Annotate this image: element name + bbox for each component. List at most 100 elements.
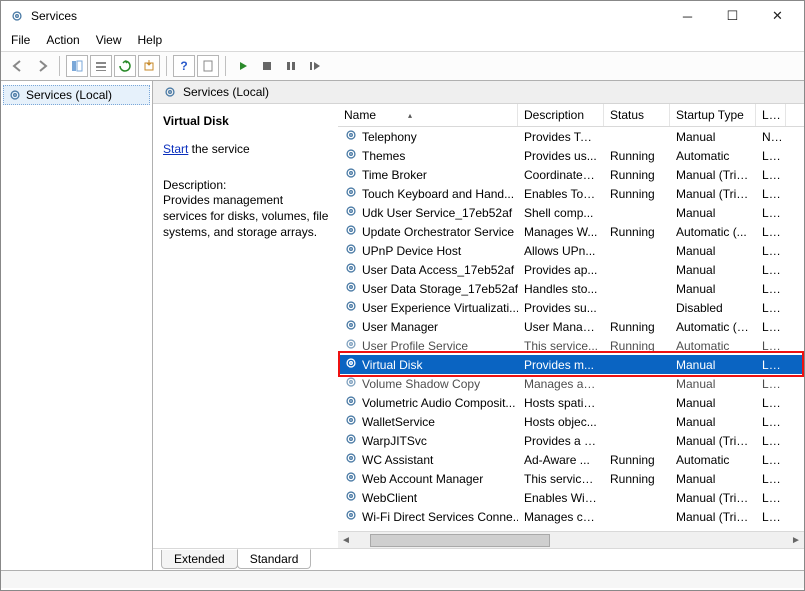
table-row[interactable]: User Data Storage_17eb52afHandles sto...… [338, 279, 804, 298]
pause-service-button[interactable] [280, 55, 302, 77]
service-logon: Loc [756, 320, 786, 334]
nav-item-label: Services (Local) [26, 88, 112, 102]
service-list: Name▴ Description Status Startup Type Lo… [338, 104, 804, 548]
col-status[interactable]: Status [604, 104, 670, 126]
service-desc: Enables Tou... [518, 187, 604, 201]
table-row[interactable]: Udk User Service_17eb52afShell comp...Ma… [338, 203, 804, 222]
service-startup: Automatic (T... [670, 320, 756, 334]
service-logon: Loc [756, 510, 786, 524]
service-name: Web Account Manager [362, 472, 483, 486]
minimize-button[interactable]: ─ [665, 1, 710, 31]
service-startup: Manual [670, 396, 756, 410]
service-logon: Loc [756, 244, 786, 258]
service-name: Wi-Fi Direct Services Conne... [362, 510, 518, 524]
gear-icon [344, 413, 358, 430]
service-desc: Provides a JI... [518, 434, 604, 448]
col-description[interactable]: Description [518, 104, 604, 126]
forward-button[interactable] [31, 55, 53, 77]
back-button[interactable] [7, 55, 29, 77]
service-startup: Manual [670, 130, 756, 144]
gear-icon [344, 356, 358, 373]
content-header: Services (Local) [153, 81, 804, 104]
service-logon: Loc [756, 377, 786, 391]
table-row[interactable]: Update Orchestrator ServiceManages W...R… [338, 222, 804, 241]
service-name: Volume Shadow Copy [362, 377, 480, 391]
service-name: Volumetric Audio Composit... [362, 396, 515, 410]
service-desc: Manages co... [518, 510, 604, 524]
table-row[interactable]: Wi-Fi Direct Services Conne...Manages co… [338, 507, 804, 526]
maximize-button[interactable]: ☐ [710, 1, 755, 31]
horizontal-scrollbar[interactable]: ◄ ► [338, 531, 804, 548]
service-startup: Manual (Trig... [670, 168, 756, 182]
service-desc: This service ... [518, 472, 604, 486]
gear-icon [344, 394, 358, 411]
service-name: User Profile Service [362, 339, 468, 353]
service-name: User Data Access_17eb52af [362, 263, 514, 277]
col-logon[interactable]: Log [756, 104, 786, 126]
service-startup: Manual [670, 244, 756, 258]
service-desc: Provides su... [518, 301, 604, 315]
nav-item-services-local[interactable]: Services (Local) [3, 85, 150, 105]
service-desc: User Manag... [518, 320, 604, 334]
scroll-left-icon[interactable]: ◄ [338, 535, 354, 546]
gear-icon [344, 185, 358, 202]
table-row[interactable]: UPnP Device HostAllows UPn...ManualLoc [338, 241, 804, 260]
properties-button[interactable] [90, 55, 112, 77]
restart-service-button[interactable] [304, 55, 326, 77]
menu-bar: File Action View Help [1, 31, 804, 52]
table-row[interactable]: Virtual DiskProvides m...ManualLoc [338, 355, 804, 374]
service-name: User Experience Virtualizati... [362, 301, 518, 315]
rows-container: TelephonyProvides Tel...ManualNetThemesP… [338, 127, 804, 531]
scroll-right-icon[interactable]: ► [788, 535, 804, 546]
table-row[interactable]: Time BrokerCoordinates...RunningManual (… [338, 165, 804, 184]
gear-icon [344, 223, 358, 240]
gear-icon [344, 261, 358, 278]
table-row[interactable]: WarpJITSvcProvides a JI...Manual (Trig..… [338, 431, 804, 450]
start-suffix: the service [188, 142, 249, 156]
table-row[interactable]: WC AssistantAd-Aware ...RunningAutomatic… [338, 450, 804, 469]
col-startup[interactable]: Startup Type [670, 104, 756, 126]
service-startup: Manual [670, 472, 756, 486]
service-logon: Loc [756, 434, 786, 448]
tab-extended[interactable]: Extended [161, 550, 238, 569]
scroll-thumb[interactable] [370, 534, 550, 547]
start-service-link[interactable]: Start [163, 142, 188, 156]
table-row[interactable]: Web Account ManagerThis service ...Runni… [338, 469, 804, 488]
table-row[interactable]: User Profile ServiceThis service...Runni… [338, 336, 804, 355]
table-row[interactable]: Touch Keyboard and Hand...Enables Tou...… [338, 184, 804, 203]
col-name[interactable]: Name▴ [338, 104, 518, 126]
menu-help[interactable]: Help [138, 33, 163, 47]
service-desc: Shell comp... [518, 206, 604, 220]
table-row[interactable]: User Data Access_17eb52afProvides ap...M… [338, 260, 804, 279]
properties-alt-button[interactable] [197, 55, 219, 77]
service-desc: Manages an... [518, 377, 604, 391]
close-button[interactable]: ✕ [755, 1, 800, 31]
service-status: Running [604, 168, 670, 182]
menu-file[interactable]: File [11, 33, 30, 47]
export-button[interactable] [138, 55, 160, 77]
table-row[interactable]: ThemesProvides us...RunningAutomaticLoc [338, 146, 804, 165]
services-app-icon [9, 8, 25, 24]
table-row[interactable]: TelephonyProvides Tel...ManualNet [338, 127, 804, 146]
service-status: Running [604, 453, 670, 467]
table-row[interactable]: User Experience Virtualizati...Provides … [338, 298, 804, 317]
table-row[interactable]: WebClientEnables Win...Manual (Trig...Lo… [338, 488, 804, 507]
stop-service-button[interactable] [256, 55, 278, 77]
table-row[interactable]: Volumetric Audio Composit...Hosts spatia… [338, 393, 804, 412]
show-hide-tree-button[interactable] [66, 55, 88, 77]
table-row[interactable]: Volume Shadow CopyManages an...ManualLoc [338, 374, 804, 393]
service-logon: Loc [756, 301, 786, 315]
table-row[interactable]: User ManagerUser Manag...RunningAutomati… [338, 317, 804, 336]
table-row[interactable]: WalletServiceHosts objec...ManualLoc [338, 412, 804, 431]
menu-action[interactable]: Action [46, 33, 79, 47]
menu-view[interactable]: View [96, 33, 122, 47]
help-button[interactable]: ? [173, 55, 195, 77]
service-startup: Manual [670, 415, 756, 429]
service-name: UPnP Device Host [362, 244, 461, 258]
start-service-button[interactable] [232, 55, 254, 77]
tab-standard[interactable]: Standard [237, 549, 312, 569]
service-name: Update Orchestrator Service [362, 225, 514, 239]
gear-icon [344, 318, 358, 335]
service-startup: Manual [670, 282, 756, 296]
refresh-button[interactable] [114, 55, 136, 77]
